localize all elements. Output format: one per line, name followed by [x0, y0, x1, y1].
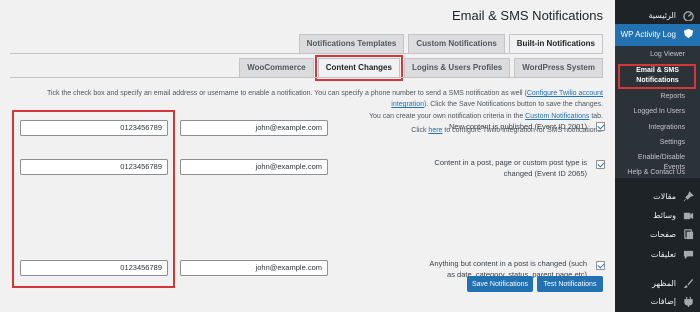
sidebar-item-label: الرئيسية [648, 11, 676, 20]
submenu-log-viewer[interactable]: Log Viewer [615, 50, 700, 60]
notification-label: New content is published (Event ID 2001) [449, 122, 587, 131]
shield-icon [683, 28, 694, 39]
submenu-current-line: Notifications [636, 77, 679, 84]
tab-built-in-notifications[interactable]: Built-in Notifications [508, 34, 603, 54]
sidebar-item-label: تعليقات [650, 250, 676, 259]
main-content: Email & SMS Notifications Built-in Notif… [0, 0, 615, 312]
submenu-current-line: Email & SMS [636, 67, 679, 74]
sidebar-item-label: وسائط [653, 211, 676, 220]
email-field[interactable]: john@example.com [180, 260, 328, 276]
subtab-divider [10, 77, 603, 78]
submenu-reports[interactable]: Reports [615, 92, 700, 102]
configure-twilio-link[interactable]: Configure Twilio account [527, 90, 603, 97]
submenu-help-contact[interactable]: Help & Contact Us [615, 168, 700, 178]
page-icon [684, 229, 694, 240]
sidebar-item-dashboard[interactable]: الرئيسية [615, 6, 700, 26]
tab-content-changes[interactable]: Content Changes [314, 55, 403, 81]
sidebar-item-media[interactable]: وسائط [615, 206, 700, 226]
custom-notifications-link[interactable]: Custom Notifications [525, 113, 589, 120]
tab-custom-notifications[interactable]: Custom Notifications [408, 34, 505, 54]
sidebar-item-label: المظهر [652, 279, 676, 288]
phone-field[interactable]: 0123456789 [20, 120, 168, 136]
phone-field[interactable]: 0123456789 [20, 260, 168, 276]
sidebar-item-label: صفحات [650, 230, 676, 239]
description-line-3: You can create your own notification cri… [369, 113, 603, 120]
media-icon [683, 212, 694, 220]
sidebar-item-label: مقالات [653, 192, 676, 201]
sidebar-submenu: Log Viewer Email & SMS Notifications Rep… [615, 46, 700, 178]
notification-checkbox[interactable] [596, 122, 605, 131]
test-notifications-button[interactable]: Test Notifications [537, 276, 603, 292]
tab-divider [10, 53, 603, 54]
active-arrow [609, 29, 615, 41]
tab-notifications-templates[interactable]: Notifications Templates [298, 34, 405, 54]
notification-label: Content in a post, page or custom post t… [434, 158, 587, 178]
submenu-logged-in-users[interactable]: Logged In Users [615, 107, 700, 117]
sidebar-item-label: WP Activity Log [620, 30, 676, 39]
plugin-icon [684, 296, 693, 307]
primary-tabs: Built-in Notifications Custom Notificati… [298, 34, 603, 54]
sidebar-item-label: إضافات [650, 297, 676, 306]
tab-wordpress-system[interactable]: WordPress System [514, 58, 603, 78]
submenu-settings[interactable]: Settings [615, 138, 700, 148]
description-text: Click [411, 127, 429, 134]
email-field[interactable]: john@example.com [180, 120, 328, 136]
description-text: You can create your own notification cri… [369, 113, 526, 120]
tab-woocommerce[interactable]: WooCommerce [239, 58, 314, 78]
notification-checkbox[interactable] [596, 160, 605, 169]
sidebar-item-wp-activity-log[interactable]: WP Activity Log [609, 24, 700, 46]
admin-sidebar: الرئيسية WP Activity Log Log Viewer Emai… [609, 0, 700, 312]
brush-icon [683, 278, 694, 289]
dashboard-icon [683, 11, 694, 21]
notification-checkbox[interactable] [596, 261, 605, 270]
sidebar-item-comments[interactable]: تعليقات [615, 245, 700, 265]
integration-link[interactable]: integration [391, 101, 424, 108]
page-title: Email & SMS Notifications [452, 8, 603, 23]
sidebar-item-pages[interactable]: صفحات [615, 225, 700, 245]
comment-icon [683, 250, 694, 260]
submenu-integrations[interactable]: Integrations [615, 123, 700, 133]
phone-field[interactable]: 0123456789 [20, 159, 168, 175]
pin-icon [683, 191, 694, 202]
email-field[interactable]: john@example.com [180, 159, 328, 175]
description-line-1: Tick the check box and specify an email … [47, 90, 603, 97]
description-text: Tick the check box and specify an email … [46, 90, 527, 97]
submenu-email-sms-notifications[interactable]: Email & SMS Notifications [615, 66, 700, 86]
description-text: tab. [589, 113, 603, 120]
secondary-tabs: WordPress System Logins & Users Profiles… [239, 55, 603, 81]
save-notifications-button[interactable]: Save Notifications [467, 276, 533, 292]
sidebar-item-plugins[interactable]: إضافات [615, 292, 700, 312]
sidebar-item-posts[interactable]: مقالات [615, 187, 700, 207]
sidebar-item-appearance[interactable]: المظهر [615, 274, 700, 294]
tab-logins-users-profiles[interactable]: Logins & Users Profiles [403, 58, 511, 78]
description-text: ). Click the Save Notifications button t… [424, 101, 603, 108]
description-line-2: integration). Click the Save Notificatio… [391, 101, 603, 108]
